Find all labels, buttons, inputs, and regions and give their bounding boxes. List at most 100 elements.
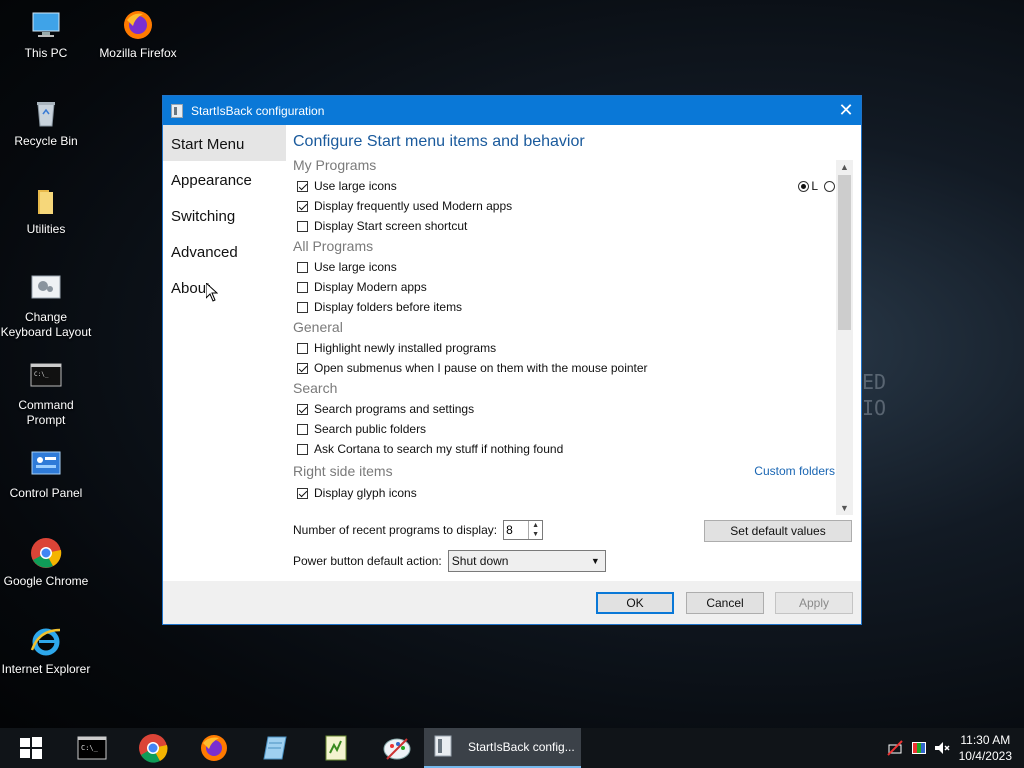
option-row[interactable]: Search public folders bbox=[293, 419, 861, 439]
desktop-icon-utilities[interactable]: Utilities bbox=[0, 184, 92, 237]
option-row[interactable]: Display folders before items bbox=[293, 297, 861, 317]
taskbar-notepad-plus[interactable] bbox=[305, 728, 366, 768]
power-button-label: Power button default action: bbox=[293, 554, 442, 568]
terminal-icon: C:\_ bbox=[29, 360, 63, 394]
option-label: Use large icons bbox=[314, 260, 397, 274]
desktop-icon-command-prompt[interactable]: C:\_ Command Prompt bbox=[0, 360, 92, 428]
option-row[interactable]: Ask Cortana to search my stuff if nothin… bbox=[293, 439, 861, 459]
recent-programs-spinner[interactable]: ▲▼ bbox=[503, 520, 544, 540]
checkbox-display-modern-apps[interactable] bbox=[297, 281, 308, 293]
set-default-values-button[interactable]: Set default values bbox=[704, 520, 852, 542]
nav-item-start-menu[interactable]: Start Menu bbox=[163, 125, 286, 161]
main-content: Configure Start menu items and behavior … bbox=[293, 125, 861, 515]
window-title: StartIsBack configuration bbox=[191, 103, 325, 118]
checkbox-open-submenus[interactable] bbox=[297, 362, 308, 374]
section-general: General bbox=[293, 319, 343, 335]
checkbox-ask-cortana[interactable] bbox=[297, 443, 308, 455]
notepad-plus-icon bbox=[325, 735, 346, 761]
desktop-icon-chrome[interactable]: Google Chrome bbox=[0, 536, 92, 589]
nav-item-about[interactable]: About bbox=[163, 269, 286, 305]
recent-programs-input[interactable] bbox=[504, 521, 529, 539]
volume-muted-icon[interactable] bbox=[933, 740, 951, 756]
window-titlebar[interactable]: StartIsBack configuration ✕ bbox=[163, 96, 861, 125]
computer-icon bbox=[29, 8, 63, 42]
taskbar-firefox[interactable] bbox=[183, 728, 244, 768]
clock-time: 11:30 AM bbox=[960, 733, 1011, 747]
checkbox-start-screen-shortcut[interactable] bbox=[297, 220, 308, 232]
internet-explorer-icon bbox=[29, 624, 63, 658]
option-row[interactable]: Display Modern apps bbox=[293, 277, 861, 297]
close-button[interactable]: ✕ bbox=[831, 100, 861, 121]
radio-medium[interactable] bbox=[824, 180, 835, 192]
svg-text:C:\_: C:\_ bbox=[34, 371, 49, 378]
option-row[interactable]: Display glyph icons bbox=[293, 483, 861, 503]
folder-icon bbox=[29, 184, 63, 218]
checkbox-display-glyph[interactable] bbox=[297, 487, 308, 499]
checkbox-use-large-icons[interactable] bbox=[297, 180, 308, 192]
taskbar-paint[interactable] bbox=[366, 728, 427, 768]
section-all-programs: All Programs bbox=[293, 238, 374, 254]
taskbar-command-prompt[interactable]: C:\_ bbox=[61, 728, 122, 768]
radio-large[interactable] bbox=[798, 180, 810, 192]
cancel-button[interactable]: Cancel bbox=[686, 592, 764, 614]
clock-date: 10/4/2023 bbox=[958, 749, 1012, 763]
desktop-icon-this-pc[interactable]: This PC bbox=[0, 8, 92, 61]
svg-text:C:\_: C:\_ bbox=[81, 744, 99, 752]
taskbar-startisback-config[interactable]: StartIsBack config... bbox=[424, 728, 581, 768]
desktop-icon-keyboard-layout[interactable]: Change Keyboard Layout bbox=[0, 272, 92, 340]
page-heading: Configure Start menu items and behavior bbox=[293, 133, 585, 150]
option-row[interactable]: Use large icons L M bbox=[293, 176, 861, 196]
option-label: Open submenus when I pause on them with … bbox=[314, 361, 648, 375]
checkbox-highlight-new[interactable] bbox=[297, 342, 308, 354]
windows-logo-icon bbox=[19, 737, 42, 759]
recycle-bin-icon bbox=[29, 96, 63, 130]
option-label: Use large icons bbox=[314, 179, 397, 193]
wallpaper-text: ED bbox=[862, 370, 887, 394]
checkbox-search-public[interactable] bbox=[297, 423, 308, 435]
apply-button[interactable]: Apply bbox=[775, 592, 853, 614]
taskbar-chrome[interactable] bbox=[122, 728, 183, 768]
clock[interactable]: 11:30 AM 10/4/2023 bbox=[959, 732, 1012, 764]
option-row[interactable]: Use large icons bbox=[293, 257, 861, 277]
option-row[interactable]: Highlight newly installed programs bbox=[293, 338, 861, 358]
network-icon[interactable] bbox=[886, 740, 905, 756]
notepad-icon bbox=[262, 736, 287, 760]
scroll-up-icon[interactable]: ▲ bbox=[836, 160, 853, 174]
spinner-arrows-icon[interactable]: ▲ ▼ bbox=[528, 521, 542, 539]
power-action-select[interactable]: Shut down ▼ bbox=[447, 550, 606, 572]
nav-item-appearance[interactable]: Appearance bbox=[163, 161, 286, 197]
taskbar-notepad[interactable] bbox=[244, 728, 305, 768]
option-label: Display folders before items bbox=[314, 300, 463, 314]
scroll-thumb[interactable] bbox=[838, 175, 851, 330]
nav-item-advanced[interactable]: Advanced bbox=[163, 233, 286, 269]
desktop-icon-recycle-bin[interactable]: Recycle Bin bbox=[0, 96, 92, 149]
chevron-down-icon: ▼ bbox=[590, 556, 600, 566]
ok-button[interactable]: OK bbox=[596, 592, 674, 614]
scroll-down-icon[interactable]: ▼ bbox=[836, 501, 853, 515]
startisback-config-window: StartIsBack configuration ✕ Start Menu A… bbox=[162, 95, 862, 625]
nav-item-switching[interactable]: Switching bbox=[163, 197, 286, 233]
checkbox-all-use-large-icons[interactable] bbox=[297, 261, 308, 273]
checkbox-search-programs[interactable] bbox=[297, 403, 308, 415]
taskbar-active-label: StartIsBack config... bbox=[468, 740, 575, 754]
color-settings-icon[interactable] bbox=[911, 740, 927, 756]
taskbar: C:\_ StartIsBack config... 11:30 AM 10/4… bbox=[0, 728, 1024, 768]
checkbox-frequent-modern-apps[interactable] bbox=[297, 200, 308, 212]
option-row[interactable]: Display frequently used Modern apps bbox=[293, 196, 861, 216]
desktop-icon-firefox[interactable]: Mozilla Firefox bbox=[92, 8, 184, 61]
desktop-icon-internet-explorer[interactable]: Internet Explorer bbox=[0, 624, 92, 677]
option-row[interactable]: Search programs and settings bbox=[293, 399, 861, 419]
recent-programs-row: Number of recent programs to display: ▲▼ bbox=[293, 520, 544, 540]
power-action-value: Shut down bbox=[451, 554, 509, 568]
options-scrollbar[interactable]: ▲ ▼ bbox=[836, 160, 853, 515]
chrome-icon bbox=[138, 734, 167, 763]
custom-folders-link[interactable]: Custom folders... bbox=[754, 464, 845, 478]
checkbox-folders-before-items[interactable] bbox=[297, 301, 308, 313]
recent-programs-label: Number of recent programs to display: bbox=[293, 523, 498, 537]
option-row[interactable]: Open submenus when I pause on them with … bbox=[293, 358, 861, 378]
firefox-icon bbox=[200, 735, 227, 761]
desktop-icon-control-panel[interactable]: Control Panel bbox=[0, 448, 92, 501]
options-list: My Programs Use large icons L M Display … bbox=[293, 155, 861, 510]
option-row[interactable]: Display Start screen shortcut bbox=[293, 216, 861, 236]
start-button[interactable] bbox=[0, 728, 61, 768]
